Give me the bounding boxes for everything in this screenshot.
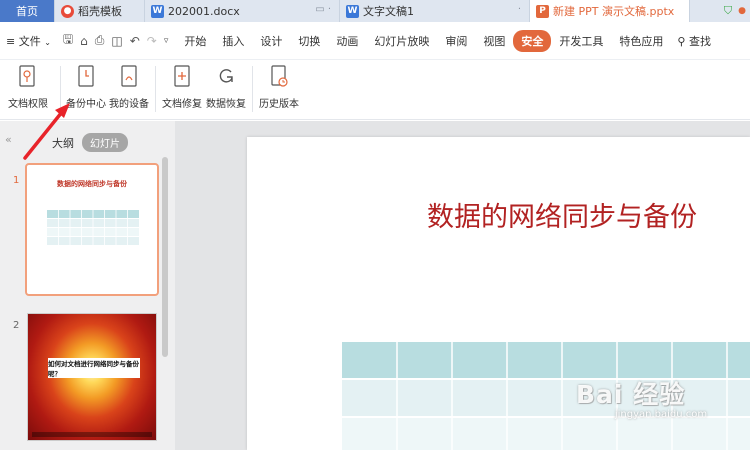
data-recovery-button[interactable]: 数据恢复	[204, 60, 248, 116]
doc-permission-icon	[17, 64, 39, 90]
menu-view[interactable]: 视图	[475, 33, 513, 49]
menu-start[interactable]: 开始	[176, 33, 214, 49]
doc-repair-button[interactable]: 文档修复	[160, 60, 204, 116]
search-button[interactable]: ⚲ 查找	[671, 33, 719, 49]
search-label: 查找	[688, 34, 711, 48]
dot-icon: ●	[738, 6, 746, 16]
doc-repair-label: 文档修复	[162, 99, 202, 110]
history-version-button[interactable]: 历史版本	[257, 60, 301, 116]
ribbon-divider	[155, 66, 156, 112]
slide-thumbnail-2[interactable]: 如何对文档进行网络同步与备份呢？	[27, 313, 157, 441]
slide-number: 2	[13, 320, 20, 331]
file-menu-label: 文件	[18, 34, 41, 48]
file-menu[interactable]: ≡ 文件 ⌄	[0, 33, 59, 49]
doc-permission-label: 文档权限	[8, 99, 48, 110]
tab-202001-label: 202001.docx	[168, 4, 240, 18]
backup-center-icon	[75, 64, 97, 90]
my-devices-button[interactable]: 我的设备	[107, 60, 151, 116]
hamburger-icon: ≡	[6, 34, 16, 48]
data-recovery-icon	[215, 64, 237, 90]
menu-transition[interactable]: 切换	[290, 33, 328, 49]
security-ribbon: 文档权限 备份中心 我的设备 文档修复 数据恢复 历史版本	[0, 60, 750, 120]
ribbon-divider	[252, 66, 253, 112]
backup-center-button[interactable]: 备份中心	[65, 60, 107, 116]
thumbnail-title: 数据的网络同步与备份	[57, 180, 127, 188]
tab-new-pptx[interactable]: P 新建 PPT 演示文稿.pptx	[530, 0, 690, 22]
menu-review[interactable]: 审阅	[437, 33, 475, 49]
slide-number: 1	[13, 175, 20, 186]
my-devices-label: 我的设备	[109, 99, 149, 110]
print-icon[interactable]: ⎙	[95, 33, 105, 48]
monitor-icon[interactable]: ▭ ·	[315, 4, 331, 15]
menu-insert[interactable]: 插入	[214, 33, 252, 49]
tab-docer-label: 稻壳模板	[78, 5, 122, 18]
menu-features[interactable]: 特色应用	[611, 33, 671, 49]
quick-access-toolbar: 🖫 ⌂ ⎙ ◫ ↶ ↷ ▿	[59, 30, 176, 51]
tab-outline[interactable]: 大纲	[52, 135, 74, 151]
format-painter-icon[interactable]: ⌂	[80, 34, 88, 48]
history-version-icon	[268, 64, 290, 90]
slide-thumbnail-1[interactable]: 数据的网络同步与备份	[25, 163, 159, 296]
shield-icon[interactable]: ⛉	[724, 4, 732, 18]
menu-design[interactable]: 设计	[252, 33, 290, 49]
my-devices-icon	[118, 64, 140, 90]
tab-text-doc-1[interactable]: W 文字文稿1 ·	[340, 0, 530, 22]
docer-icon: ●	[61, 4, 74, 18]
panel-scrollbar[interactable]	[162, 157, 168, 357]
history-version-label: 历史版本	[259, 99, 299, 110]
search-icon: ⚲	[677, 34, 686, 48]
menu-security[interactable]: 安全	[513, 29, 552, 52]
thumbnail-table	[47, 210, 139, 246]
thumbnail-title: 如何对文档进行网络同步与备份呢？	[48, 358, 140, 378]
save-icon[interactable]: 🖫	[63, 30, 73, 51]
thumbnail-footer	[32, 432, 152, 437]
menu-animation[interactable]: 动画	[328, 33, 366, 49]
menu-bar: ≡ 文件 ⌄ 🖫 ⌂ ⎙ ◫ ↶ ↷ ▿ 开始 插入 设计 切换 动画 幻灯片放…	[0, 22, 750, 60]
doc-permission-button[interactable]: 文档权限	[0, 60, 56, 116]
chevron-down-icon: ⌄	[44, 37, 51, 47]
menu-slideshow[interactable]: 幻灯片放映	[366, 33, 437, 49]
ppt-doc-icon: P	[536, 4, 549, 18]
doc-repair-icon	[171, 64, 193, 90]
word-doc-icon: W	[151, 4, 164, 18]
backup-center-label: 备份中心	[66, 99, 106, 110]
tab-text-doc-label: 文字文稿1	[363, 5, 414, 18]
tab-slides[interactable]: 幻灯片	[82, 133, 128, 152]
tab-new-pptx-label: 新建 PPT 演示文稿.pptx	[553, 5, 675, 18]
tab-docer[interactable]: ● 稻壳模板	[55, 0, 145, 22]
word-doc-icon: W	[346, 4, 359, 18]
slide-thumbnail-panel: « 大纲 幻灯片 1 数据的网络同步与备份 2 如何对文档进行网络同步与备份呢？	[0, 121, 175, 450]
ribbon-divider	[60, 66, 61, 112]
tab-home[interactable]: 首页	[0, 0, 55, 22]
more-chevron-icon[interactable]: ▿	[164, 36, 169, 46]
document-tab-bar: 首页 ● 稻壳模板 W 202001.docx ▭ · W 文字文稿1 · P …	[0, 0, 750, 22]
print-preview-icon[interactable]: ◫	[111, 34, 122, 48]
tab-home-label: 首页	[16, 5, 38, 18]
undo-icon[interactable]: ↶	[130, 34, 140, 48]
collapse-panel-icon[interactable]: «	[5, 133, 12, 146]
menu-developer[interactable]: 开发工具	[551, 33, 611, 49]
tab-dot-icon: ·	[517, 4, 521, 15]
redo-icon[interactable]: ↷	[147, 34, 157, 48]
slide-canvas: 数据的网络同步与备份	[175, 121, 750, 450]
current-slide[interactable]: 数据的网络同步与备份	[247, 137, 750, 450]
tab-202001-docx[interactable]: W 202001.docx ▭ ·	[145, 0, 340, 22]
slide-title[interactable]: 数据的网络同步与备份	[247, 195, 750, 234]
data-recovery-label: 数据恢复	[206, 99, 246, 110]
slide-table[interactable]	[342, 342, 750, 450]
